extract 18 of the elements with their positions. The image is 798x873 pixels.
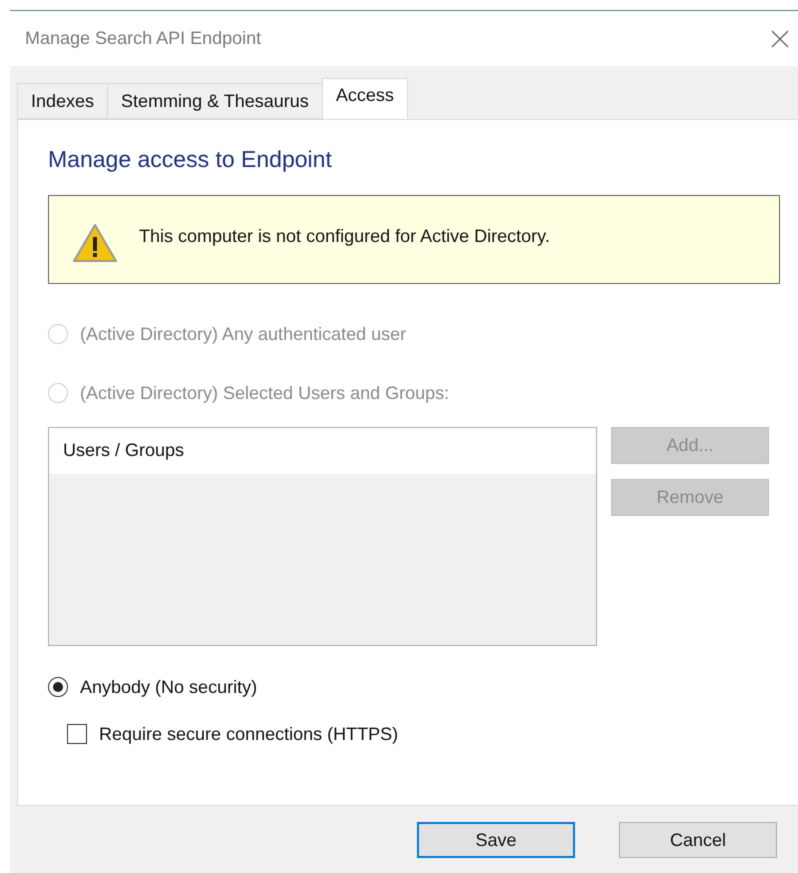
section-heading: Manage access to Endpoint [48,145,333,174]
warning-icon [71,222,119,264]
dialog-button[interactable]: Cancel [619,822,777,858]
checkbox-label: Require secure connections (HTTPS) [99,722,398,746]
checkbox[interactable] [67,724,87,744]
close-icon[interactable] [770,28,790,48]
tab[interactable]: Access [322,78,408,120]
column-header: Users / Groups [49,428,596,474]
dialog-button[interactable]: Save [417,822,575,858]
radio-label: (Active Directory) Any authenticated user [80,322,406,346]
radio-button[interactable] [48,677,68,697]
tab[interactable]: Indexes [17,83,108,119]
tab[interactable]: Stemming & Thesaurus [107,83,322,119]
radio-label: Anybody (No security) [80,676,258,699]
window-title: Manage Search API Endpoint [25,27,262,50]
warning-text: This computer is not configured for Active Directory. [139,224,550,248]
users-list[interactable]: Users / Groups [48,426,597,646]
radio-label: (Active Directory) Selected Users and Groups: [80,382,450,405]
